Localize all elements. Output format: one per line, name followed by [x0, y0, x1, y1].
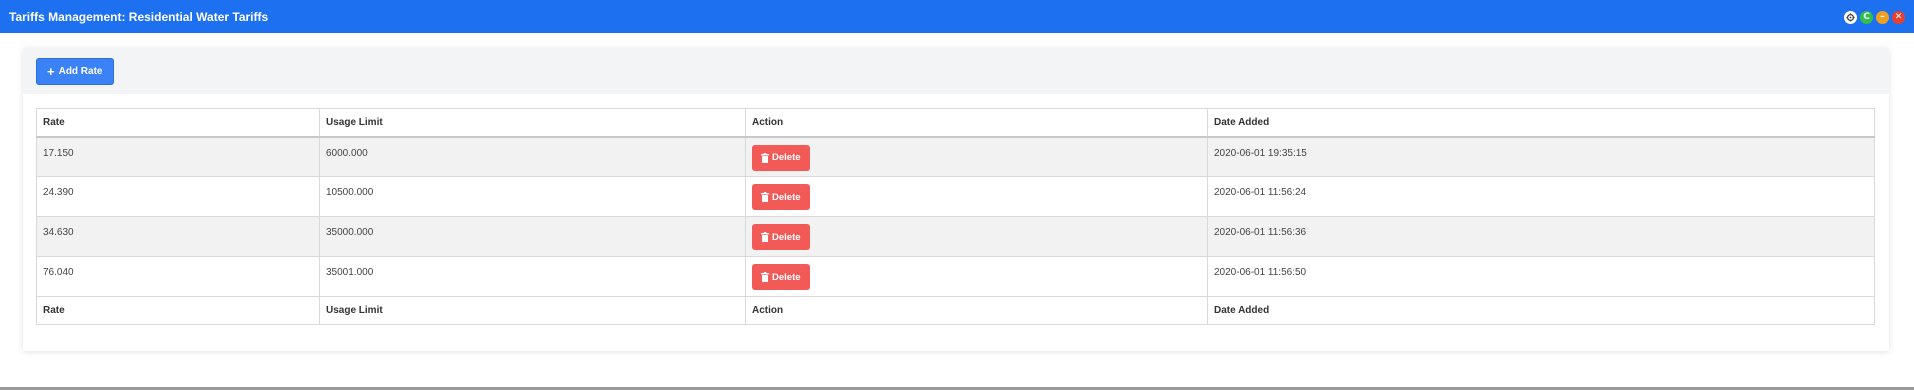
add-rate-label: Add Rate — [58, 66, 103, 77]
delete-label: Delete — [772, 191, 801, 203]
trash-icon — [761, 272, 769, 282]
footer-action: Action — [745, 296, 1208, 325]
cell-action: Delete — [745, 216, 1208, 257]
footer-usage-limit: Usage Limit — [319, 296, 746, 325]
gear-icon[interactable] — [1844, 10, 1857, 24]
cell-action: Delete — [745, 136, 1208, 177]
panel-toolbar: + Add Rate — [23, 48, 1889, 94]
tariffs-table: Rate Usage Limit Action Date Added 17.15… — [36, 108, 1875, 325]
trash-icon — [761, 192, 769, 202]
delete-button[interactable]: Delete — [752, 184, 810, 210]
cell-action: Delete — [745, 256, 1208, 297]
delete-button[interactable]: Delete — [752, 144, 810, 171]
cell-action: Delete — [745, 176, 1208, 217]
table-row: 17.150 6000.000 Delete 2020-06-01 19:35:… — [36, 136, 1875, 177]
table-footer-row: Rate Usage Limit Action Date Added — [36, 296, 1875, 325]
delete-button[interactable]: Delete — [752, 264, 810, 290]
plus-icon: + — [47, 63, 55, 79]
trash-icon — [761, 232, 769, 242]
add-rate-button[interactable]: + Add Rate — [36, 58, 114, 85]
cell-usage-limit: 35001.000 — [319, 256, 746, 297]
delete-label: Delete — [772, 271, 801, 283]
trash-icon — [761, 152, 769, 163]
cell-date-added: 2020-06-01 11:56:24 — [1207, 176, 1875, 217]
cell-usage-limit: 10500.000 — [319, 176, 746, 217]
header-rate[interactable]: Rate — [36, 108, 320, 137]
table-row: 34.630 35000.000 Delete 2020-06-01 11:56… — [36, 216, 1875, 257]
cell-date-added: 2020-06-01 19:35:15 — [1207, 136, 1875, 177]
header-action: Action — [745, 108, 1208, 137]
tariffs-table-container: Rate Usage Limit Action Date Added 17.15… — [36, 108, 1875, 325]
tariffs-panel: + Add Rate Rate Usage Limit Action Date … — [23, 48, 1889, 351]
header-date-added[interactable]: Date Added — [1207, 108, 1875, 137]
delete-label: Delete — [772, 152, 801, 163]
table-row: 76.040 35001.000 Delete 2020-06-01 11:56… — [36, 256, 1875, 297]
cell-rate: 34.630 — [36, 216, 320, 257]
table-row: 24.390 10500.000 Delete 2020-06-01 11:56… — [36, 176, 1875, 217]
delete-label: Delete — [772, 231, 801, 243]
minimize-icon[interactable]: – — [1876, 10, 1889, 24]
header-usage-limit[interactable]: Usage Limit — [319, 108, 746, 137]
window-title: Tariffs Management: Residential Water Ta… — [9, 9, 269, 24]
refresh-icon[interactable]: C — [1860, 10, 1873, 24]
delete-button[interactable]: Delete — [752, 224, 810, 250]
footer-rate: Rate — [36, 296, 320, 325]
cell-rate: 17.150 — [36, 136, 320, 177]
cell-date-added: 2020-06-01 11:56:36 — [1207, 216, 1875, 257]
table-header-row: Rate Usage Limit Action Date Added — [36, 108, 1875, 137]
cell-usage-limit: 6000.000 — [319, 136, 746, 177]
cell-rate: 76.040 — [36, 256, 320, 297]
window-controls: C – ✕ — [1844, 10, 1905, 24]
cell-date-added: 2020-06-01 11:56:50 — [1207, 256, 1875, 297]
footer-date-added: Date Added — [1207, 296, 1875, 325]
title-bar: Tariffs Management: Residential Water Ta… — [0, 0, 1914, 33]
cell-usage-limit: 35000.000 — [319, 216, 746, 257]
close-icon[interactable]: ✕ — [1892, 10, 1905, 24]
cell-rate: 24.390 — [36, 176, 320, 217]
